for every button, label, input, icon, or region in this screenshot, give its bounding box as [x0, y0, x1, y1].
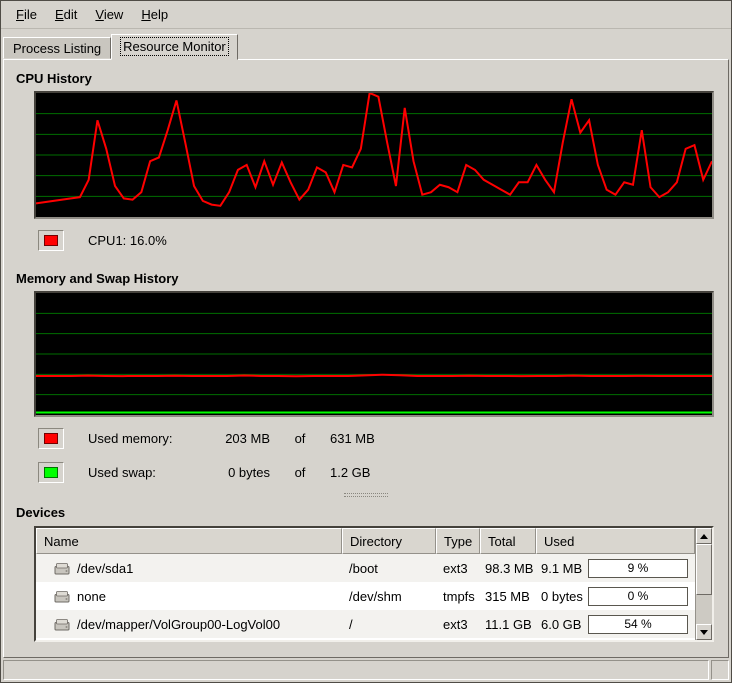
cpu-legend-swatch	[38, 230, 64, 251]
device-used: 6.0 GB	[536, 617, 581, 632]
used-swap-legend: Used swap: 0 bytes of 1.2 GB	[38, 461, 728, 483]
device-total: 315 MB	[480, 589, 536, 604]
status-message-area	[3, 660, 709, 680]
usage-percent-label: 54 %	[589, 616, 687, 633]
scrollbar-thumb[interactable]	[696, 544, 712, 595]
column-header-type[interactable]: Type	[436, 528, 480, 554]
tab-bar: Process Listing Resource Monitor	[1, 31, 731, 59]
used-memory-value: 203 MB	[194, 431, 270, 446]
device-name: /dev/mapper/VolGroup00-LogVol00	[77, 617, 280, 632]
used-memory-legend: Used memory: 203 MB of 631 MB	[38, 427, 728, 449]
pane-resize-handle[interactable]	[344, 493, 388, 499]
usage-progress-bar: 54 %	[588, 615, 688, 634]
usage-progress-bar: 9 %	[588, 559, 688, 578]
swap-color-chip	[44, 467, 58, 478]
cpu-legend: CPU1: 16.0%	[38, 229, 728, 251]
device-directory: /dev/shm	[342, 589, 436, 604]
memory-history-title: Memory and Swap History	[16, 271, 728, 286]
table-row[interactable]: none /dev/shm tmpfs 315 MB 0 bytes 0 %	[36, 582, 695, 610]
column-header-directory[interactable]: Directory	[342, 528, 436, 554]
cpu-history-title: CPU History	[16, 71, 728, 86]
resource-monitor-panel: CPU History CPU1: 16.0% Memory and Swap …	[3, 59, 729, 658]
table-row[interactable]: /dev/mapper/VolGroup00-LogVol00 / ext3 1…	[36, 610, 695, 638]
tab-resource-monitor[interactable]: Resource Monitor	[111, 34, 238, 60]
used-memory-of: of	[270, 431, 330, 446]
memory-color-chip	[44, 433, 58, 444]
usage-percent-label: 0 %	[589, 588, 687, 605]
status-bar	[1, 658, 731, 682]
drive-icon	[54, 618, 70, 631]
devices-scrollbar[interactable]	[695, 528, 712, 640]
table-row[interactable]: /dev/sda1 /boot ext3 98.3 MB 9.1 MB 9 %	[36, 554, 695, 582]
drive-icon	[54, 562, 70, 575]
memory-swap-graph	[34, 291, 714, 417]
device-name: /dev/sda1	[77, 561, 133, 576]
cpu-history-graph	[34, 91, 714, 219]
drive-icon	[54, 590, 70, 603]
menu-bar: File Edit View Help	[1, 1, 731, 29]
swap-legend-swatch	[38, 462, 64, 483]
device-directory: /	[342, 617, 436, 632]
device-used: 0 bytes	[536, 589, 583, 604]
devices-table-header: Name Directory Type Total Used	[36, 528, 695, 554]
device-type: ext3	[436, 561, 480, 576]
scroll-up-button[interactable]	[696, 528, 712, 544]
menu-view[interactable]: View	[86, 3, 132, 26]
used-memory-label: Used memory:	[88, 431, 194, 446]
cpu-legend-label: CPU1: 16.0%	[88, 233, 167, 248]
scroll-down-button[interactable]	[696, 624, 712, 640]
usage-progress-bar: 0 %	[588, 587, 688, 606]
tab-process-listing[interactable]: Process Listing	[3, 37, 111, 59]
total-memory-value: 631 MB	[330, 431, 375, 446]
devices-table: Name Directory Type Total Used /dev/sda1	[34, 526, 714, 642]
device-total: 98.3 MB	[480, 561, 536, 576]
used-swap-label: Used swap:	[88, 465, 194, 480]
usage-percent-label: 9 %	[589, 560, 687, 577]
column-header-used[interactable]: Used	[536, 528, 695, 554]
total-swap-value: 1.2 GB	[330, 465, 370, 480]
device-name: none	[77, 589, 106, 604]
used-swap-value: 0 bytes	[194, 465, 270, 480]
cpu-color-chip	[44, 235, 58, 246]
down-arrow-icon	[700, 630, 708, 635]
column-header-total[interactable]: Total	[480, 528, 536, 554]
window-resize-grip[interactable]	[711, 660, 729, 680]
device-type: ext3	[436, 617, 480, 632]
menu-edit[interactable]: Edit	[46, 3, 86, 26]
device-directory: /boot	[342, 561, 436, 576]
memory-legend-swatch	[38, 428, 64, 449]
menu-file[interactable]: File	[7, 3, 46, 26]
column-header-name[interactable]: Name	[36, 528, 342, 554]
device-used: 9.1 MB	[536, 561, 582, 576]
up-arrow-icon	[700, 534, 708, 539]
scrollbar-track[interactable]	[696, 544, 712, 624]
device-type: tmpfs	[436, 589, 480, 604]
used-swap-of: of	[270, 465, 330, 480]
system-monitor-window: File Edit View Help Process Listing Reso…	[0, 0, 732, 683]
menu-help[interactable]: Help	[132, 3, 177, 26]
devices-table-body: Name Directory Type Total Used /dev/sda1	[36, 528, 695, 640]
devices-title: Devices	[16, 505, 728, 520]
device-total: 11.1 GB	[480, 617, 536, 632]
tab-resource-monitor-label: Resource Monitor	[121, 38, 228, 55]
